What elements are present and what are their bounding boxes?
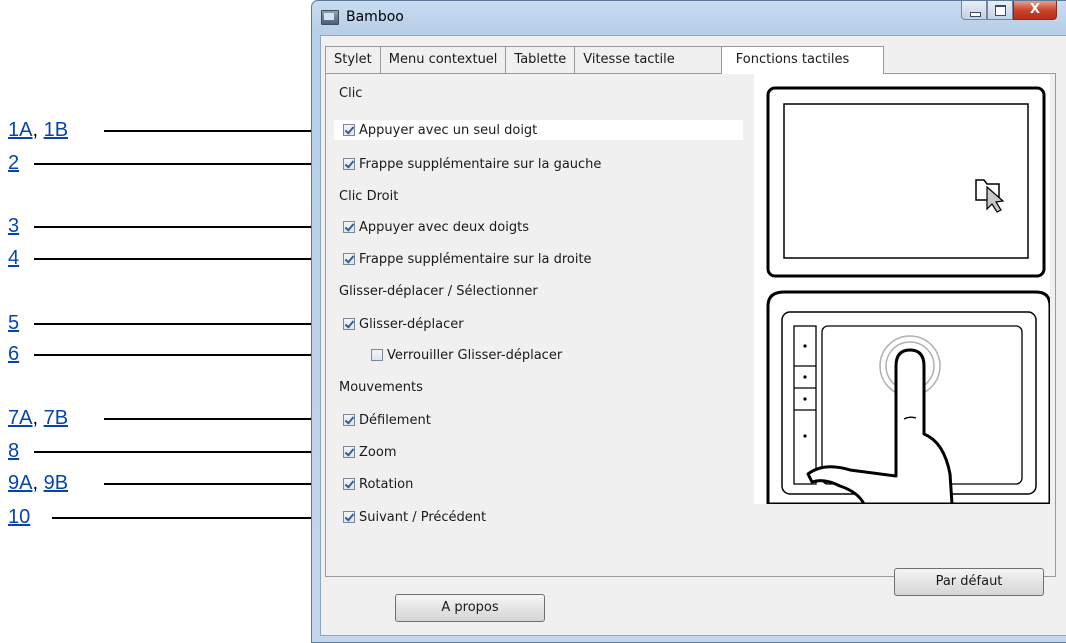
checkbox[interactable] [371, 349, 383, 361]
option-frappe-gauche[interactable]: Frappe supplémentaire sur la gauche [343, 154, 601, 174]
option-label: Frappe supplémentaire sur la droite [359, 251, 592, 267]
leader-line [34, 258, 348, 260]
option-label: Appuyer avec un seul doigt [359, 122, 538, 138]
illustration-svg [766, 86, 1052, 506]
caption-buttons: X [961, 1, 1057, 21]
checkbox[interactable] [343, 253, 355, 265]
callout-separator: , [32, 119, 44, 141]
title-bar[interactable]: Bamboo X [312, 1, 1066, 35]
option-label: Défilement [359, 412, 431, 428]
callout-link-2[interactable]: 2 [8, 152, 19, 174]
group-title-glisser: Glisser-déplacer / Sélectionner [339, 284, 538, 299]
callout-link-7a[interactable]: 7A [8, 407, 32, 429]
option-label: Zoom [359, 444, 397, 460]
option-label: Suivant / Précédent [359, 509, 487, 525]
bamboo-app-icon [321, 10, 339, 25]
checkbox[interactable] [343, 446, 355, 458]
callout-link-7b[interactable]: 7B [44, 407, 68, 429]
fonctions-tactiles-panel: Clic Appuyer avec un seul doigt Frappe s… [325, 73, 1056, 596]
window-title: Bamboo [346, 9, 404, 25]
option-frappe-droite[interactable]: Frappe supplémentaire sur la droite [343, 249, 592, 269]
group-title-mouvements: Mouvements [339, 380, 423, 395]
checkbox[interactable] [343, 158, 355, 170]
callout-link-8[interactable]: 8 [8, 440, 19, 462]
callout-link-1b[interactable]: 1B [44, 119, 68, 141]
leader-line [34, 163, 348, 165]
option-glisser-deplacer[interactable]: Glisser-déplacer [343, 314, 464, 334]
callout-link-5[interactable]: 5 [8, 312, 19, 334]
option-label: Rotation [359, 476, 414, 492]
leader-line [34, 451, 348, 453]
callout-link-1a[interactable]: 1A [8, 119, 32, 141]
checkbox[interactable] [343, 221, 355, 233]
close-icon: X [1029, 2, 1041, 17]
callout-separator: , [32, 472, 44, 494]
leader-line [34, 226, 348, 228]
dialog-client-area: Stylet Menu contextuel Tablette Vitesse … [320, 35, 1066, 636]
tab-stylet[interactable]: Stylet [325, 46, 381, 73]
option-rotation[interactable]: Rotation [343, 474, 413, 494]
leader-line [52, 517, 348, 519]
about-button[interactable]: A propos [395, 594, 545, 622]
checkbox[interactable] [343, 478, 355, 490]
callout-link-9b[interactable]: 9B [44, 472, 68, 494]
option-label: Appuyer avec deux doigts [359, 219, 529, 235]
option-label: Glisser-déplacer [359, 316, 464, 332]
callout-separator: , [32, 407, 44, 429]
option-label: Frappe supplémentaire sur la gauche [359, 156, 602, 172]
gesture-illustration [754, 74, 1052, 506]
callout-link-9a[interactable]: 9A [8, 472, 32, 494]
option-defilement[interactable]: Défilement [343, 410, 431, 430]
callout-link-3[interactable]: 3 [8, 215, 19, 237]
tablet-finger-tap-illustration [766, 290, 1052, 506]
group-title-clic-droit: Clic Droit [339, 189, 399, 204]
leader-line [34, 323, 348, 325]
checkbox[interactable] [343, 124, 355, 136]
close-button[interactable]: X [1013, 1, 1057, 20]
screen-illustration [766, 86, 1046, 278]
default-button[interactable]: Par défaut [894, 568, 1044, 596]
tab-vitesse-tactile[interactable]: Vitesse tactile [574, 46, 722, 73]
minimize-button[interactable] [961, 1, 987, 20]
tab-strip: Stylet Menu contextuel Tablette Vitesse … [325, 46, 885, 74]
option-label: Verrouiller Glisser-déplacer [387, 347, 563, 363]
callout-link-6[interactable]: 6 [8, 343, 19, 365]
option-verrouiller-glisser[interactable]: Verrouiller Glisser-déplacer [371, 345, 562, 365]
option-appuyer-deux-doigts[interactable]: Appuyer avec deux doigts [343, 217, 529, 237]
option-zoom[interactable]: Zoom [343, 442, 396, 462]
tab-fonctions-tactiles[interactable]: Fonctions tactiles [720, 46, 885, 74]
tab-menu-contextuel[interactable]: Menu contextuel [379, 46, 507, 73]
callout-link-10[interactable]: 10 [8, 506, 30, 528]
option-appuyer-un-doigt[interactable]: Appuyer avec un seul doigt [334, 120, 743, 140]
option-suivant-precedent[interactable]: Suivant / Précédent [343, 507, 486, 527]
checkbox[interactable] [343, 414, 355, 426]
tab-tablette[interactable]: Tablette [505, 46, 576, 73]
maximize-button[interactable] [987, 1, 1013, 20]
checkbox[interactable] [343, 318, 355, 330]
checkbox[interactable] [343, 511, 355, 523]
bamboo-window: Bamboo X Stylet Menu contextuel Tablette… [311, 0, 1066, 643]
group-title-clic: Clic [339, 86, 363, 101]
callout-link-4[interactable]: 4 [8, 247, 19, 269]
